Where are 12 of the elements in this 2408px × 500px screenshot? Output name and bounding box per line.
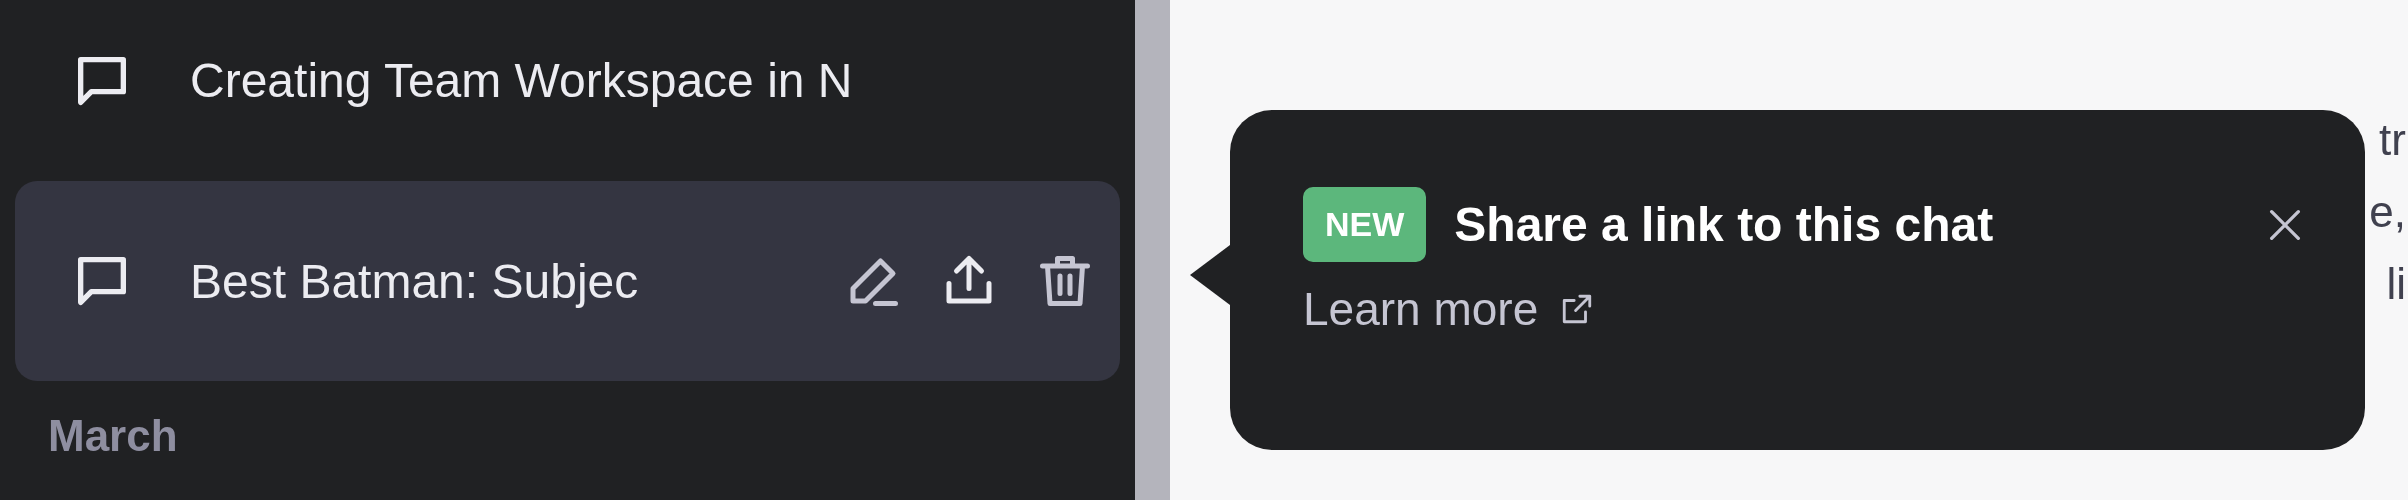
popover-title: Share a link to this chat (1454, 197, 1995, 252)
message-text: li (2386, 259, 2407, 309)
scrollbar[interactable] (1135, 0, 1170, 500)
learn-more-link[interactable]: Learn more (1303, 282, 1595, 336)
chat-item[interactable]: Best Batman: Subjec (15, 181, 1120, 381)
message-text: tr (2379, 115, 2407, 165)
message-text: e, (2369, 187, 2407, 237)
chat-title: Creating Team Workspace in N (190, 53, 854, 108)
chat-item[interactable]: Creating Team Workspace in N (15, 18, 1120, 143)
new-badge: NEW (1303, 187, 1427, 262)
section-label: March (47, 411, 179, 461)
chat-title: Best Batman: Subjec (190, 253, 640, 309)
